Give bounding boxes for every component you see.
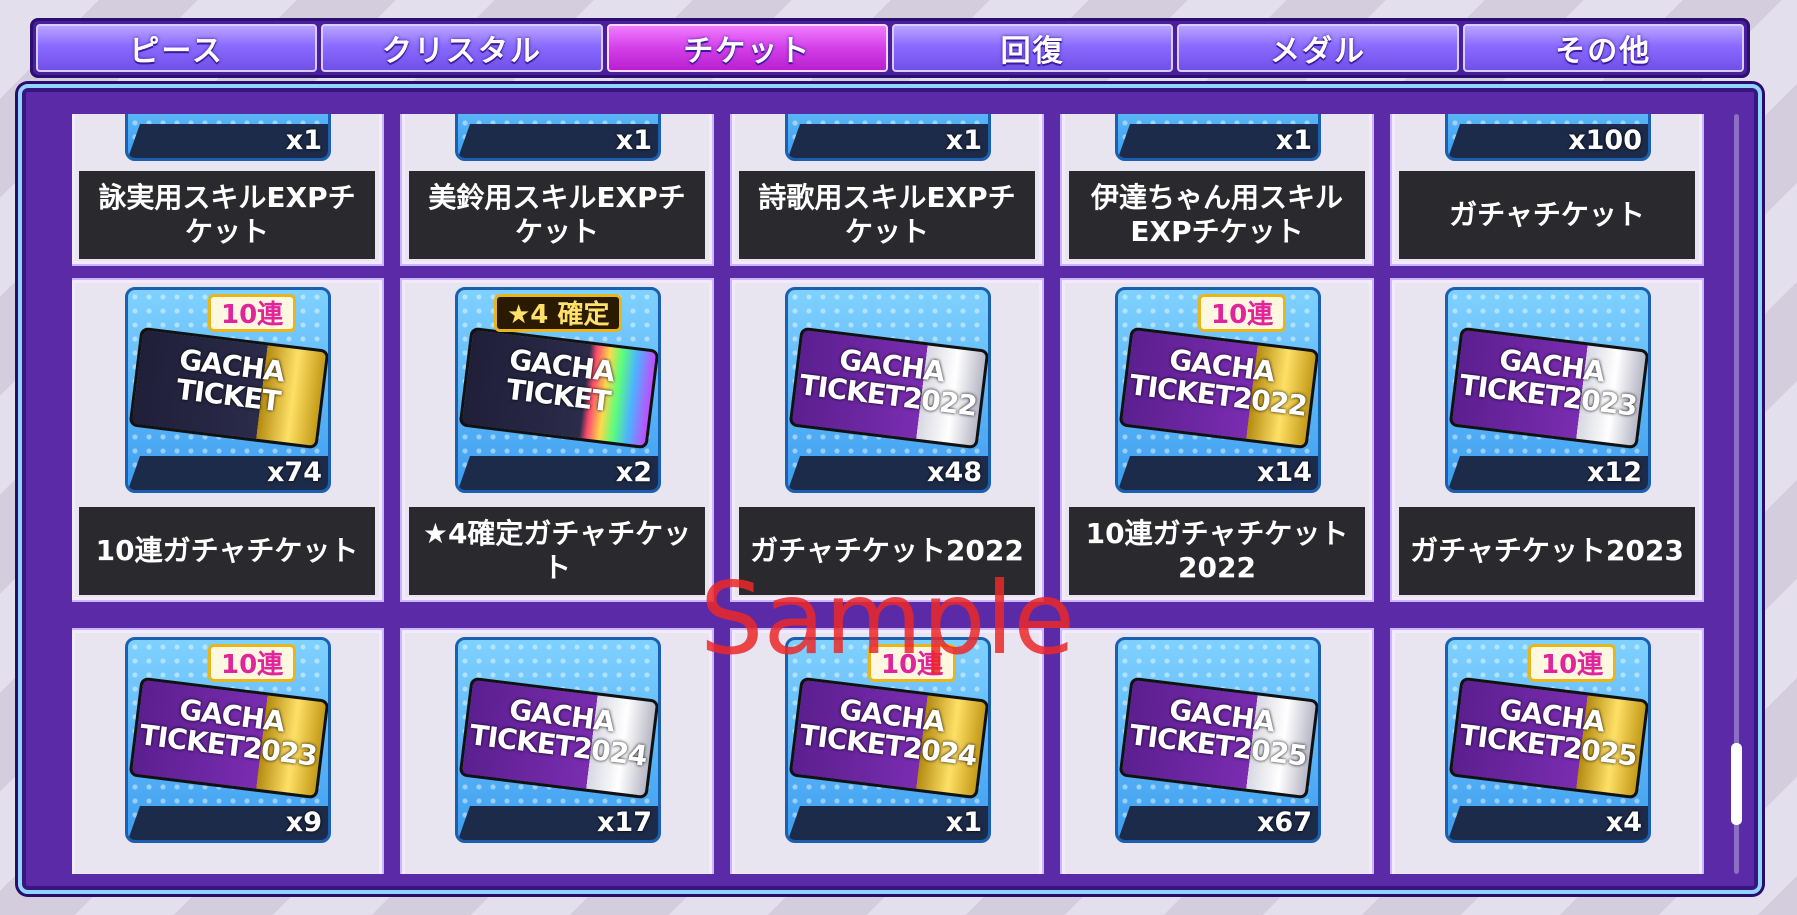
tab-medal[interactable]: メダル — [1177, 24, 1459, 72]
ten-pull-badge: 10連 — [208, 294, 297, 332]
item-quantity: x14 — [1257, 457, 1312, 488]
tab-ticket[interactable]: チケット — [606, 24, 888, 72]
category-tabs: ピース クリスタル チケット 回復 メダル その他 — [30, 18, 1750, 78]
item-icon: x1 — [785, 114, 991, 161]
item-card[interactable]: x1 伊達ちゃん用スキルEXPチケット — [1062, 114, 1372, 264]
item-quantity: x4 — [1605, 807, 1642, 838]
item-name: ★4確定ガチャチケット — [409, 507, 705, 595]
item-quantity: x12 — [1587, 457, 1642, 488]
item-quantity: x2 — [615, 457, 652, 488]
item-quantity: x17 — [597, 807, 652, 838]
gacha-ticket-icon: GACHA TICKET2023 10連 x9 — [125, 637, 331, 843]
item-name: 詩歌用スキルEXPチケット — [739, 171, 1035, 259]
item-quantity: x1 — [285, 125, 322, 156]
item-name: 10連ガチャチケット 2022 — [1069, 507, 1365, 595]
ten-pull-badge: 10連 — [868, 644, 957, 682]
item-quantity: x1 — [945, 807, 982, 838]
item-name: 美鈴用スキルEXPチケット — [409, 171, 705, 259]
item-quantity: x74 — [267, 457, 322, 488]
gacha-ticket-icon: GACHA TICKET2024 x17 — [455, 637, 661, 843]
item-card[interactable]: x1 詩歌用スキルEXPチケット — [732, 114, 1042, 264]
item-quantity: x9 — [285, 807, 322, 838]
item-quantity: x67 — [1257, 807, 1312, 838]
item-name: 伊達ちゃん用スキルEXPチケット — [1069, 171, 1365, 259]
item-quantity: x1 — [615, 125, 652, 156]
item-card[interactable]: GACHA TICKET2022 10連 x14 10連ガチャチケット 2022 — [1062, 280, 1372, 600]
tab-recovery[interactable]: 回復 — [891, 24, 1174, 72]
gacha-ticket-icon: GACHA TICKET2022 x48 — [785, 287, 991, 493]
item-quantity: x1 — [1275, 125, 1312, 156]
item-grid[interactable]: x1 詠実用スキルEXPチケット x1 美鈴用スキルEXPチケット x1 詩歌用… — [72, 114, 1722, 874]
item-card[interactable]: x1 美鈴用スキルEXPチケット — [402, 114, 712, 264]
ten-pull-badge: 10連 — [208, 644, 297, 682]
item-card[interactable]: GACHA TICKET2022 x48 ガチャチケット2022 — [732, 280, 1042, 600]
item-name: ガチャチケット — [1399, 171, 1695, 259]
item-icon: x100 — [1445, 114, 1651, 161]
tab-crystal[interactable]: クリスタル — [321, 24, 603, 72]
item-card[interactable]: GACHA TICKET ★4 確定 x2 ★4確定ガチャチケット — [402, 280, 712, 600]
inventory-panel: x1 詠実用スキルEXPチケット x1 美鈴用スキルEXPチケット x1 詩歌用… — [18, 84, 1762, 894]
star4-guaranteed-badge: ★4 確定 — [494, 294, 623, 332]
item-quantity: x48 — [927, 457, 982, 488]
gacha-ticket-icon: GACHA TICKET2025 10連 x4 — [1445, 637, 1651, 843]
ten-pull-badge: 10連 — [1528, 644, 1617, 682]
item-card[interactable]: GACHA TICKET2024 x17 — [402, 630, 712, 874]
item-icon: x1 — [125, 114, 331, 161]
tab-piece[interactable]: ピース — [36, 24, 318, 72]
item-name: 詠実用スキルEXPチケット — [79, 171, 375, 259]
item-card[interactable]: GACHA TICKET2024 10連 x1 — [732, 630, 1042, 874]
item-quantity: x100 — [1568, 125, 1642, 156]
gacha-ticket-icon: GACHA TICKET2025 x67 — [1115, 637, 1321, 843]
tab-other[interactable]: その他 — [1462, 24, 1744, 72]
item-name: ガチャチケット2023 — [1399, 507, 1695, 595]
item-card[interactable]: x100 ガチャチケット — [1392, 114, 1702, 264]
item-card[interactable]: GACHA TICKET2025 10連 x4 — [1392, 630, 1702, 874]
item-icon: x1 — [455, 114, 661, 161]
item-card[interactable]: x1 詠実用スキルEXPチケット — [72, 114, 382, 264]
item-icon: x1 — [1115, 114, 1321, 161]
item-card[interactable]: GACHA TICKET2025 x67 — [1062, 630, 1372, 874]
gacha-ticket-icon: GACHA TICKET ★4 確定 x2 — [455, 287, 661, 493]
item-name: ガチャチケット2022 — [739, 507, 1035, 595]
gacha-ticket-icon: GACHA TICKET 10連 x74 — [125, 287, 331, 493]
scrollbar-thumb[interactable] — [1731, 743, 1742, 825]
ten-pull-badge: 10連 — [1198, 294, 1287, 332]
gacha-ticket-icon: GACHA TICKET2022 10連 x14 — [1115, 287, 1321, 493]
gacha-ticket-icon: GACHA TICKET2024 10連 x1 — [785, 637, 991, 843]
item-card[interactable]: GACHA TICKET2023 x12 ガチャチケット2023 — [1392, 280, 1702, 600]
item-quantity: x1 — [945, 125, 982, 156]
item-card[interactable]: GACHA TICKET2023 10連 x9 — [72, 630, 382, 874]
gacha-ticket-icon: GACHA TICKET2023 x12 — [1445, 287, 1651, 493]
item-name: 10連ガチャチケット — [79, 507, 375, 595]
item-card[interactable]: GACHA TICKET 10連 x74 10連ガチャチケット — [72, 280, 382, 600]
